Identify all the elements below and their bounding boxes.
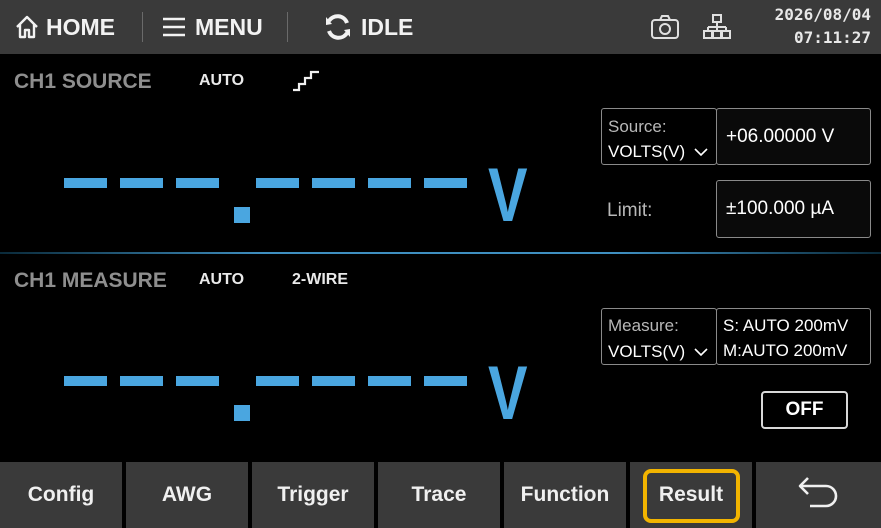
readout-dash <box>312 178 355 188</box>
limit-label: Limit: <box>607 200 653 221</box>
measure-range-mode[interactable]: AUTO <box>199 271 244 289</box>
selected-softkey-highlight <box>643 469 740 523</box>
softkey-trigger[interactable]: Trigger <box>252 462 374 528</box>
menu-icon <box>161 16 187 38</box>
network-status[interactable] <box>703 0 731 54</box>
output-off-button[interactable]: OFF <box>761 391 848 429</box>
date-text: 2026/08/04 <box>774 5 871 24</box>
home-button[interactable]: HOME <box>14 0 115 54</box>
camera-icon <box>650 14 680 40</box>
measure-title: CH1 MEASURE <box>14 269 167 292</box>
readout-dash <box>424 178 467 188</box>
source-range-text: S: AUTO 200mV <box>723 316 849 335</box>
measure-range-field[interactable]: S: AUTO 200mV M:AUTO 200mV <box>716 308 871 365</box>
source-function-select[interactable]: Source: VOLTS(V) <box>601 108 717 165</box>
softkey-bar: Config AWG Trigger Trace Function Result <box>0 462 881 528</box>
refresh-icon <box>323 12 353 42</box>
step-waveform-icon[interactable] <box>291 68 323 97</box>
readout-dash <box>424 376 467 386</box>
readout-dash <box>120 376 163 386</box>
home-label: HOME <box>46 13 115 40</box>
readout-dash <box>176 376 219 386</box>
readout-unit: V <box>488 351 528 436</box>
section-divider <box>0 252 881 254</box>
limit-field[interactable]: ±100.000 µA <box>716 180 871 238</box>
source-readout: V <box>64 153 604 240</box>
source-level-field[interactable]: +06.00000 V <box>716 108 871 165</box>
softkey-config[interactable]: Config <box>0 462 122 528</box>
screenshot-button[interactable] <box>650 0 680 54</box>
menu-label: MENU <box>195 13 263 40</box>
measure-function-value: VOLTS(V) <box>608 342 708 362</box>
softkey-awg[interactable]: AWG <box>126 462 248 528</box>
readout-dash <box>312 376 355 386</box>
readout-dash <box>368 178 411 188</box>
source-title: CH1 SOURCE <box>14 70 152 93</box>
chevron-down-icon <box>694 148 708 157</box>
time-text: 07:11:27 <box>793 28 871 47</box>
readout-dash <box>176 178 219 188</box>
network-icon <box>703 13 731 41</box>
softkey-trace[interactable]: Trace <box>378 462 500 528</box>
wire-mode[interactable]: 2-WIRE <box>292 271 348 289</box>
decimal-point <box>234 405 250 421</box>
readout-unit: V <box>488 153 528 238</box>
separator <box>142 12 143 42</box>
readout-dash <box>64 376 107 386</box>
measure-readout: V <box>64 351 604 438</box>
measure-function-select[interactable]: Measure: VOLTS(V) <box>601 308 717 365</box>
top-bar: HOME MENU IDLE 2026/08/04 07:11:27 <box>0 0 881 54</box>
readout-dash <box>368 376 411 386</box>
softkey-function[interactable]: Function <box>504 462 626 528</box>
measure-function-label: Measure: <box>608 316 679 335</box>
run-status[interactable]: IDLE <box>323 0 413 54</box>
source-function-label: Source: <box>608 117 667 136</box>
menu-button[interactable]: MENU <box>161 0 263 54</box>
decimal-point <box>234 207 250 223</box>
status-label: IDLE <box>361 13 414 40</box>
readout-dash <box>256 178 299 188</box>
source-function-value: VOLTS(V) <box>608 142 708 162</box>
back-arrow-icon <box>796 472 842 518</box>
measure-range-text: M:AUTO 200mV <box>723 341 848 360</box>
readout-dash <box>256 376 299 386</box>
readout-dash <box>64 178 107 188</box>
back-button[interactable] <box>756 462 881 528</box>
source-range-mode[interactable]: AUTO <box>199 72 244 90</box>
home-icon <box>14 14 40 40</box>
datetime: 2026/08/04 07:11:27 <box>775 3 871 49</box>
separator <box>287 12 288 42</box>
readout-dash <box>120 178 163 188</box>
chevron-down-icon <box>694 348 708 357</box>
